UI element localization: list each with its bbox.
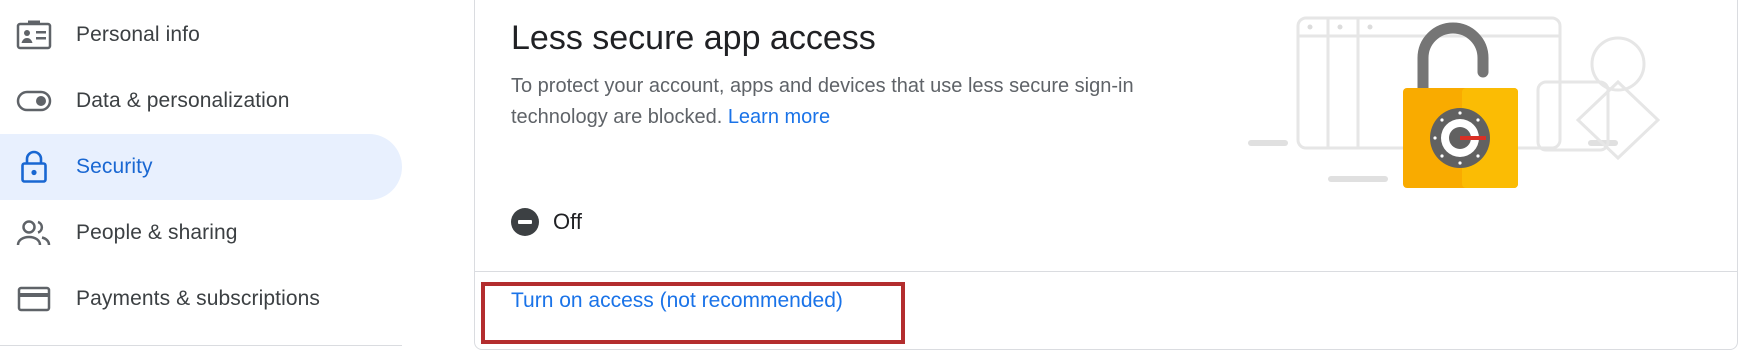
card-title: Less secure app access xyxy=(511,19,876,57)
sidebar: Personal info Data & personalization Sec… xyxy=(0,0,402,353)
turn-on-access-link[interactable]: Turn on access (not recommended) xyxy=(511,289,843,313)
sidebar-item-security[interactable]: Security xyxy=(0,134,402,200)
sidebar-item-data-personalization[interactable]: Data & personalization xyxy=(0,68,402,134)
sidebar-item-people-sharing[interactable]: People & sharing xyxy=(0,200,402,266)
minus-circle-icon xyxy=(511,208,539,236)
security-illustration xyxy=(1248,10,1688,190)
sidebar-item-payments-subscriptions[interactable]: Payments & subscriptions xyxy=(0,266,402,332)
credit-card-icon xyxy=(14,279,54,319)
status-text: Off xyxy=(553,209,582,234)
sidebar-item-label: Personal info xyxy=(76,23,200,46)
sidebar-item-label: Security xyxy=(76,155,153,178)
sidebar-item-label: Data & personalization xyxy=(76,89,290,112)
learn-more-link[interactable]: Learn more xyxy=(728,106,830,128)
card-divider xyxy=(475,271,1737,272)
toggle-icon xyxy=(14,81,54,121)
personal-info-icon xyxy=(14,15,54,55)
sidebar-item-label: Payments & subscriptions xyxy=(76,287,321,310)
status-row: Off xyxy=(511,207,582,237)
sidebar-item-label: People & sharing xyxy=(76,221,238,244)
sidebar-divider xyxy=(0,345,402,346)
people-icon xyxy=(14,213,54,253)
lock-icon xyxy=(14,147,54,187)
card-description: To protect your account, apps and device… xyxy=(511,71,1211,133)
sidebar-item-personal-info[interactable]: Personal info xyxy=(0,2,402,68)
